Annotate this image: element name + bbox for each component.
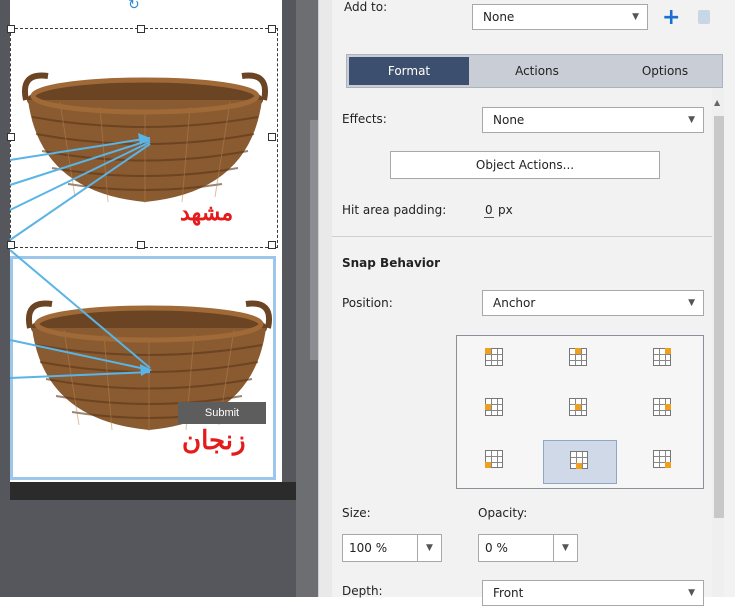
chevron-down-icon[interactable]: ▼ xyxy=(562,535,569,561)
anchor-dot xyxy=(485,404,491,410)
anchor-dot xyxy=(485,348,491,354)
submit-button[interactable]: Submit xyxy=(178,402,266,424)
size-label: Size: xyxy=(342,506,371,520)
hit-area-padding-input[interactable]: 0 xyxy=(484,203,494,218)
anchor-center[interactable] xyxy=(543,388,617,432)
object-actions-button[interactable]: Object Actions... xyxy=(390,151,660,179)
effects-dropdown[interactable]: None ▼ xyxy=(482,107,704,133)
tab-format[interactable]: Format xyxy=(349,57,469,85)
position-label: Position: xyxy=(342,296,393,310)
trash-icon[interactable] xyxy=(698,10,710,24)
effects-label: Effects: xyxy=(342,112,387,126)
anchor-middle-left[interactable] xyxy=(459,388,533,432)
position-dropdown[interactable]: Anchor ▼ xyxy=(482,290,704,316)
add-to-label: Add to: xyxy=(344,0,388,14)
anchor-dot xyxy=(485,462,491,468)
hit-area-label: Hit area padding: xyxy=(342,203,447,217)
depth-value: Front xyxy=(493,586,524,600)
city-label-top: مشهد xyxy=(180,200,234,226)
anchor-dot xyxy=(575,348,581,354)
anchor-bottom-right[interactable] xyxy=(627,440,701,484)
anchor-dot xyxy=(575,404,581,410)
size-stepper[interactable]: 100 % ▼ xyxy=(342,534,442,562)
city-label-bottom: زنجان xyxy=(182,426,246,456)
anchor-dot xyxy=(665,404,671,410)
tab-options[interactable]: Options xyxy=(607,55,723,87)
chevron-down-icon[interactable]: ▼ xyxy=(426,535,433,561)
opacity-stepper[interactable]: 0 % ▼ xyxy=(478,534,578,562)
anchor-bottom-left[interactable] xyxy=(459,440,533,484)
effects-value: None xyxy=(493,113,525,127)
snap-behavior-heading: Snap Behavior xyxy=(342,256,441,270)
opacity-value: 0 % xyxy=(485,541,508,555)
add-to-value: None xyxy=(483,10,515,24)
hit-area-unit: px xyxy=(498,203,513,217)
properties-panel: Add to: None ▼ + Format Actions Options … xyxy=(332,0,735,606)
anchor-bottom-center[interactable] xyxy=(543,440,617,484)
tab-bar: Format Actions Options xyxy=(346,54,723,88)
position-value: Anchor xyxy=(493,296,536,310)
chevron-down-icon: ▼ xyxy=(688,588,695,598)
drag-connection-lines xyxy=(9,133,152,379)
slide-bottom-bar xyxy=(10,482,296,500)
add-to-dropdown[interactable]: None ▼ xyxy=(472,4,648,30)
anchor-middle-right[interactable] xyxy=(627,388,701,432)
anchor-position-grid xyxy=(456,335,704,489)
size-value: 100 % xyxy=(349,541,388,555)
chevron-down-icon: ▼ xyxy=(688,298,695,308)
anchor-top-center[interactable] xyxy=(543,338,617,382)
scroll-up-icon[interactable]: ▲ xyxy=(714,98,720,107)
depth-dropdown[interactable]: Front ▼ xyxy=(482,580,704,606)
stepper-divider xyxy=(417,535,418,561)
depth-label: Depth: xyxy=(342,584,383,598)
anchor-top-right[interactable] xyxy=(627,338,701,382)
panel-scrollbar-thumb[interactable] xyxy=(714,116,724,518)
panel-divider xyxy=(318,0,333,597)
anchor-dot xyxy=(576,463,582,469)
chevron-down-icon: ▼ xyxy=(632,12,639,22)
opacity-label: Opacity: xyxy=(478,506,528,520)
anchor-dot xyxy=(665,348,671,354)
anchor-top-left[interactable] xyxy=(459,338,533,382)
chevron-down-icon: ▼ xyxy=(688,115,695,125)
plus-icon[interactable]: + xyxy=(662,7,680,29)
stepper-divider xyxy=(553,535,554,561)
section-divider xyxy=(332,236,712,237)
tab-actions[interactable]: Actions xyxy=(477,55,597,87)
anchor-dot xyxy=(665,462,671,468)
